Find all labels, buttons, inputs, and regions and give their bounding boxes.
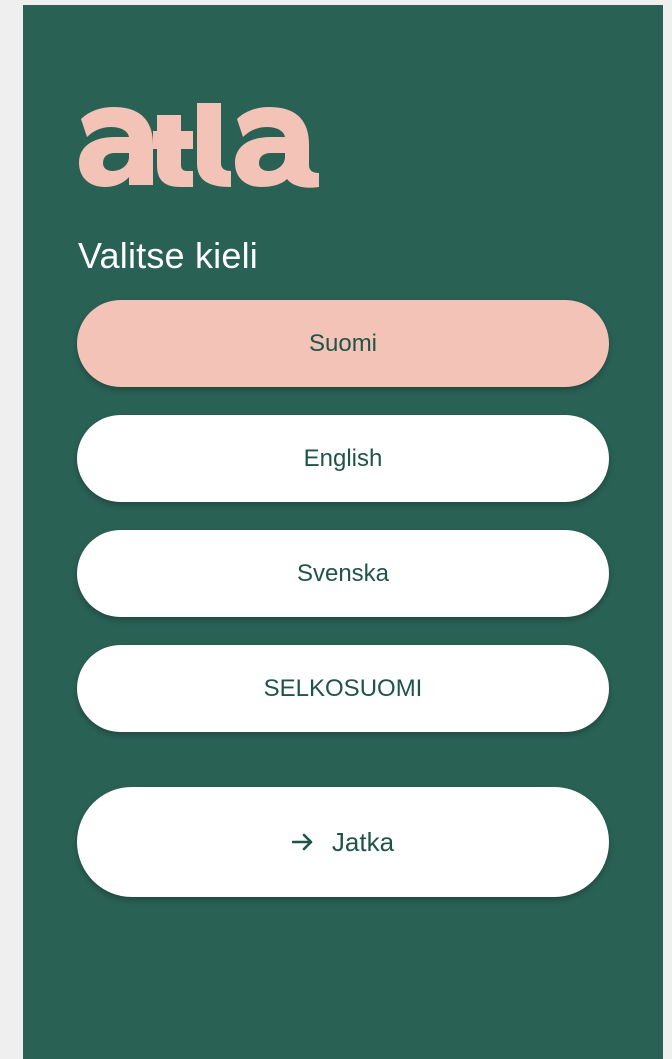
atla-logo-graphic: [79, 103, 319, 188]
arrow-right-icon: [291, 833, 314, 851]
atla-logo: [79, 101, 359, 191]
language-option-label: SELKOSUOMI: [263, 674, 423, 702]
language-option-english[interactable]: English: [77, 415, 609, 502]
continue-button[interactable]: Jatka: [77, 787, 609, 897]
language-option-label: Suomi: [308, 329, 378, 357]
language-option-svenska[interactable]: Svenska: [77, 530, 609, 617]
language-option-label: English: [303, 444, 383, 472]
language-selection-screen: Valitse kieli Suomi English Svenska SELK…: [23, 5, 663, 1059]
continue-button-label: Jatka: [331, 826, 395, 857]
language-option-label: Svenska: [296, 559, 390, 587]
language-option-suomi[interactable]: Suomi: [77, 300, 609, 387]
language-option-selkosuomi[interactable]: SELKOSUOMI: [77, 645, 609, 732]
page-title: Valitse kieli: [78, 235, 258, 276]
